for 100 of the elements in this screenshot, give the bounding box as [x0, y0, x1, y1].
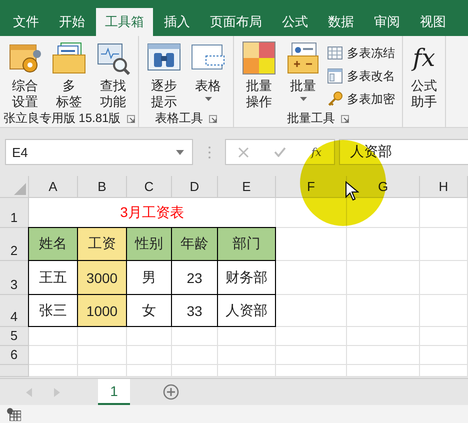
drag-handle-icon[interactable]	[208, 146, 211, 158]
search-icon	[96, 41, 130, 75]
dialog-launcher-icon[interactable]	[126, 114, 135, 122]
dialog-launcher-icon[interactable]	[341, 114, 349, 122]
sheet-cell[interactable]	[276, 295, 347, 327]
ribbon-button[interactable]: 多表改名	[327, 66, 395, 86]
sheet-cell[interactable]	[347, 346, 420, 365]
ribbon-tab[interactable]: 工具箱	[96, 8, 153, 36]
caret-icon	[204, 97, 212, 101]
sheet-cell[interactable]	[420, 228, 468, 261]
table-cell: 工资	[77, 227, 127, 261]
enter-icon[interactable]	[274, 147, 286, 157]
dropdown-arrow-icon	[176, 150, 184, 154]
sheet-tab[interactable]: 1	[98, 379, 130, 405]
sheet-cell[interactable]	[218, 365, 276, 377]
sheet-cell[interactable]	[78, 327, 127, 346]
grid-icon	[327, 45, 343, 61]
ribbon-tab[interactable]: 开始	[50, 8, 94, 36]
sheet-cell[interactable]	[276, 261, 347, 295]
sheet-cell[interactable]	[29, 346, 78, 365]
table-cell: 姓名	[28, 227, 78, 261]
dialog-launcher-icon[interactable]	[209, 114, 217, 122]
window-icon	[327, 68, 343, 84]
ribbon-tab[interactable]: 页面布局	[201, 8, 271, 36]
ribbon-button[interactable]: 表格	[186, 41, 230, 110]
ribbon-button[interactable]: 批量	[281, 41, 325, 110]
insert-function-button[interactable]: fx	[311, 146, 322, 158]
row-header[interactable]: 1	[0, 198, 29, 228]
group-label: 表格工具	[155, 110, 203, 127]
row-header[interactable]	[0, 365, 29, 377]
sheet-cell[interactable]	[127, 346, 172, 365]
sheet-cell[interactable]	[127, 327, 172, 346]
ribbon-button[interactable]: 综合 设置	[3, 41, 47, 110]
table-cell: 年龄	[171, 227, 218, 261]
table-cell: 3000	[77, 260, 127, 295]
sheet-cell[interactable]	[172, 327, 218, 346]
ribbon-tab[interactable]: 公式	[273, 8, 317, 36]
scroll-right-icon[interactable]	[54, 388, 60, 396]
column-header[interactable]: D	[172, 176, 218, 198]
sheet-cell[interactable]	[276, 365, 347, 377]
ribbon-button[interactable]: 批量 操作	[237, 41, 281, 110]
mouse-pointer-icon	[345, 181, 359, 201]
table-cell: 张三	[28, 294, 78, 327]
sheet-cell[interactable]	[276, 346, 347, 365]
macro-record-icon[interactable]	[7, 408, 21, 420]
row-header[interactable]: 2	[0, 228, 29, 261]
column-header[interactable]: H	[420, 176, 468, 198]
ribbon-button[interactable]: 查找 功能	[91, 41, 135, 110]
sheet-cell[interactable]	[172, 346, 218, 365]
sheet-cell[interactable]	[218, 327, 276, 346]
sheet-cell[interactable]	[420, 198, 468, 228]
column-header[interactable]: A	[29, 176, 78, 198]
sheet-cell[interactable]	[347, 365, 420, 377]
column-header[interactable]: C	[127, 176, 172, 198]
sheet-cell[interactable]	[29, 327, 78, 346]
sheet-cell[interactable]	[420, 346, 468, 365]
folder-icon	[52, 41, 86, 75]
sheet-cell[interactable]	[420, 261, 468, 295]
sheet-cell[interactable]	[420, 295, 468, 327]
fx-icon: fx	[412, 41, 436, 75]
sheet-cell[interactable]	[29, 365, 78, 377]
row-header[interactable]: 6	[0, 346, 29, 365]
ribbon-tab[interactable]: 插入	[155, 8, 199, 36]
ribbon-button[interactable]: 多 标签	[47, 41, 91, 110]
sheet-cell[interactable]	[218, 346, 276, 365]
ribbon-tab[interactable]: 审阅	[365, 8, 409, 36]
sheet-cell[interactable]	[347, 327, 420, 346]
ribbon-button[interactable]: fx 公式 助手	[406, 41, 442, 110]
ribbon-tab[interactable]: 数据	[319, 8, 363, 36]
card-box-icon	[286, 41, 320, 75]
cancel-icon[interactable]	[238, 146, 250, 158]
ribbon-button[interactable]: 逐步 提示	[142, 41, 186, 110]
scroll-left-icon[interactable]	[26, 388, 32, 396]
sheet-cell[interactable]	[172, 365, 218, 377]
sheet-cell[interactable]	[347, 295, 420, 327]
column-header[interactable]: E	[218, 176, 276, 198]
sheet-cell[interactable]	[78, 346, 127, 365]
ribbon-button[interactable]: 多表冻结	[327, 43, 395, 63]
sheet-cell[interactable]	[347, 228, 420, 261]
ribbon-tab[interactable]: 视图	[411, 8, 455, 36]
row-header[interactable]: 3	[0, 261, 29, 295]
name-box[interactable]: E4	[5, 139, 193, 165]
row-header[interactable]: 4	[0, 295, 29, 327]
add-sheet-icon[interactable]	[163, 384, 179, 400]
group-label: 批量工具	[287, 110, 335, 127]
sheet-cell[interactable]	[127, 365, 172, 377]
table-cell: 1000	[77, 294, 127, 327]
sheet-cell[interactable]	[78, 365, 127, 377]
row-header[interactable]: 5	[0, 327, 29, 346]
table-cell: 性别	[126, 227, 172, 261]
sheet-cell[interactable]	[276, 327, 347, 346]
group-label: 张立良专用版 15.81版	[3, 110, 121, 127]
ribbon-button[interactable]: 多表加密	[327, 89, 395, 109]
sheet-cell[interactable]	[276, 228, 347, 261]
column-header[interactable]: B	[78, 176, 127, 198]
sheet-cell[interactable]	[420, 365, 468, 377]
select-all-icon[interactable]	[14, 183, 26, 195]
sheet-cell[interactable]	[347, 261, 420, 295]
ribbon-tab[interactable]: 文件	[4, 8, 48, 36]
sheet-cell[interactable]	[420, 327, 468, 346]
